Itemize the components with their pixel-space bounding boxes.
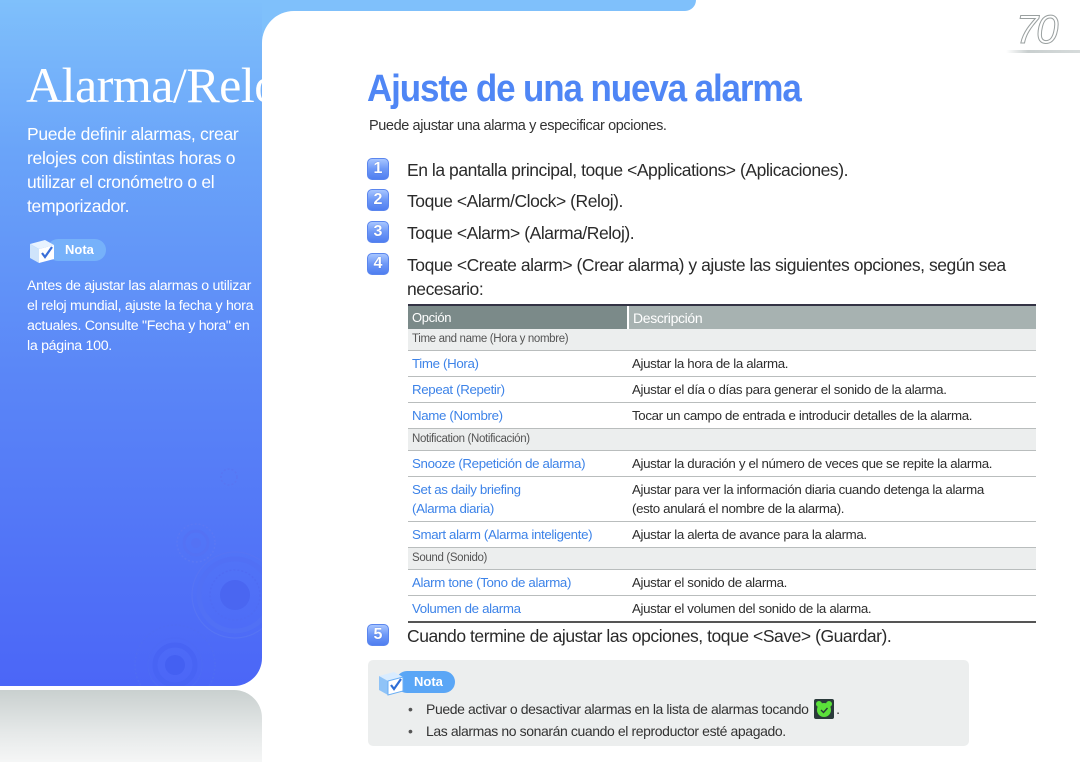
- table-section-row: Notification (Notificación): [408, 428, 1036, 451]
- sidebar-note-text: Antes de ajustar las alarmas o utilizar …: [27, 278, 254, 354]
- table-row: Snooze (Repetición de alarma) Ajustar la…: [408, 450, 1036, 477]
- step-3: 3 Toque <Alarm> (Alarma/Reloj).: [367, 221, 1059, 245]
- table-section-row: Time and name (Hora y nombre): [408, 329, 1036, 351]
- page-number-underline: [1006, 50, 1080, 53]
- step-number-badge: 5: [367, 624, 389, 646]
- step-number-badge: 3: [367, 221, 389, 243]
- note-item: Las alarmas no sonarán cuando el reprodu…: [408, 720, 840, 742]
- option-name: Repeat (Repetir): [408, 376, 628, 403]
- step-text: Cuando termine de ajustar las opciones, …: [407, 626, 892, 646]
- table-section-row: Sound (Sonido): [408, 547, 1036, 570]
- step-text: Toque <Alarm> (Alarma/Reloj).: [407, 223, 635, 243]
- option-name: Volumen de alarma: [408, 595, 628, 623]
- section-subtitle: Puede ajustar una alarma y especificar o…: [369, 118, 667, 134]
- sidebar-note-header: Nota: [27, 236, 106, 264]
- step-2: 2 Toque <Alarm/Clock> (Reloj).: [367, 189, 1059, 213]
- note-item-text: Puede activar o desactivar alarmas en la…: [426, 701, 809, 717]
- table-row: Volumen de alarma Ajustar el volumen del…: [408, 595, 1036, 623]
- step-5: 5 Cuando termine de ajustar las opciones…: [367, 624, 1059, 648]
- sidebar-reflection: [0, 690, 262, 762]
- note-list: Puede activar o desactivar alarmas en la…: [408, 698, 840, 742]
- option-name: Snooze (Repetición de alarma): [408, 450, 628, 477]
- step-number-badge: 2: [367, 189, 389, 211]
- table-row: Name (Nombre) Tocar un campo de entrada …: [408, 402, 1036, 429]
- note-box: Nota Puede activar o desactivar alarmas …: [368, 660, 969, 746]
- section-title: Ajuste de una nueva alarma: [367, 68, 802, 110]
- option-description: Ajustar el sonido de alarma.: [628, 569, 1036, 596]
- note-item: Puede activar o desactivar alarmas en la…: [408, 698, 840, 720]
- option-description: Ajustar la duración y el número de veces…: [628, 450, 1036, 477]
- option-description: Ajustar la alerta de avance para la alar…: [628, 521, 1036, 548]
- option-name: Alarm tone (Tono de alarma): [408, 569, 628, 596]
- chapter-sidebar: Alarma/Reloj Puede definir alarmas, crea…: [0, 0, 262, 686]
- note-item-suffix: .: [836, 701, 840, 717]
- section-label: Time and name (Hora y nombre): [408, 329, 1036, 351]
- note-checkbox-icon: [379, 672, 404, 696]
- note-header: Nota: [376, 668, 455, 696]
- table-row: Set as daily briefing (Alarma diaria) Aj…: [408, 476, 1036, 522]
- step-text: Toque <Alarm/Clock> (Reloj).: [407, 191, 623, 211]
- step-4: 4 Toque <Create alarm> (Crear alarma) y …: [367, 253, 1059, 301]
- step-text: En la pantalla principal, toque <Applica…: [407, 160, 848, 180]
- option-name: Name (Nombre): [408, 402, 628, 429]
- option-description: Tocar un campo de entrada e introducir d…: [628, 402, 1036, 429]
- option-description: Ajustar el volumen del sonido de la alar…: [628, 595, 1036, 623]
- step-1: 1 En la pantalla principal, toque <Appli…: [367, 158, 1059, 182]
- alarm-options-table: Opción Descripción Time and name (Hora y…: [408, 304, 1036, 623]
- section-label: Notification (Notificación): [408, 428, 1036, 451]
- table-row: Repeat (Repetir) Ajustar el día o días p…: [408, 376, 1036, 403]
- table-header-row: Opción Descripción: [408, 304, 1036, 329]
- option-description: Ajustar el día o días para generar el so…: [628, 376, 1036, 403]
- section-label: Sound (Sonido): [408, 547, 1036, 570]
- note-item-text: Las alarmas no sonarán cuando el reprodu…: [426, 723, 786, 739]
- column-header-option: Opción: [408, 304, 628, 329]
- table-row: Time (Hora) Ajustar la hora de la alarma…: [408, 350, 1036, 377]
- option-description: Ajustar la hora de la alarma.: [628, 350, 1036, 377]
- option-description: Ajustar para ver la información diaria c…: [628, 476, 1036, 522]
- step-number-badge: 1: [367, 158, 389, 180]
- option-name: Set as daily briefing (Alarma diaria): [408, 476, 628, 522]
- option-name: Smart alarm (Alarma inteligente): [408, 521, 628, 548]
- chapter-title: Alarma/Reloj: [26, 57, 262, 113]
- alarm-toggle-icon: [814, 699, 835, 719]
- column-header-description: Descripción: [627, 304, 1036, 329]
- content-card-corner: [262, 11, 322, 71]
- note-checkbox-icon: [30, 240, 54, 263]
- table-row: Alarm tone (Tono de alarma) Ajustar el s…: [408, 569, 1036, 596]
- step-text: Toque <Create alarm> (Crear alarma) y aj…: [407, 255, 1006, 299]
- page-number: 70: [1016, 8, 1059, 53]
- table-row: Smart alarm (Alarma inteligente) Ajustar…: [408, 521, 1036, 548]
- step-number-badge: 4: [367, 253, 389, 275]
- chapter-intro: Puede definir alarmas, crear relojes con…: [27, 124, 239, 216]
- option-name: Time (Hora): [408, 350, 628, 377]
